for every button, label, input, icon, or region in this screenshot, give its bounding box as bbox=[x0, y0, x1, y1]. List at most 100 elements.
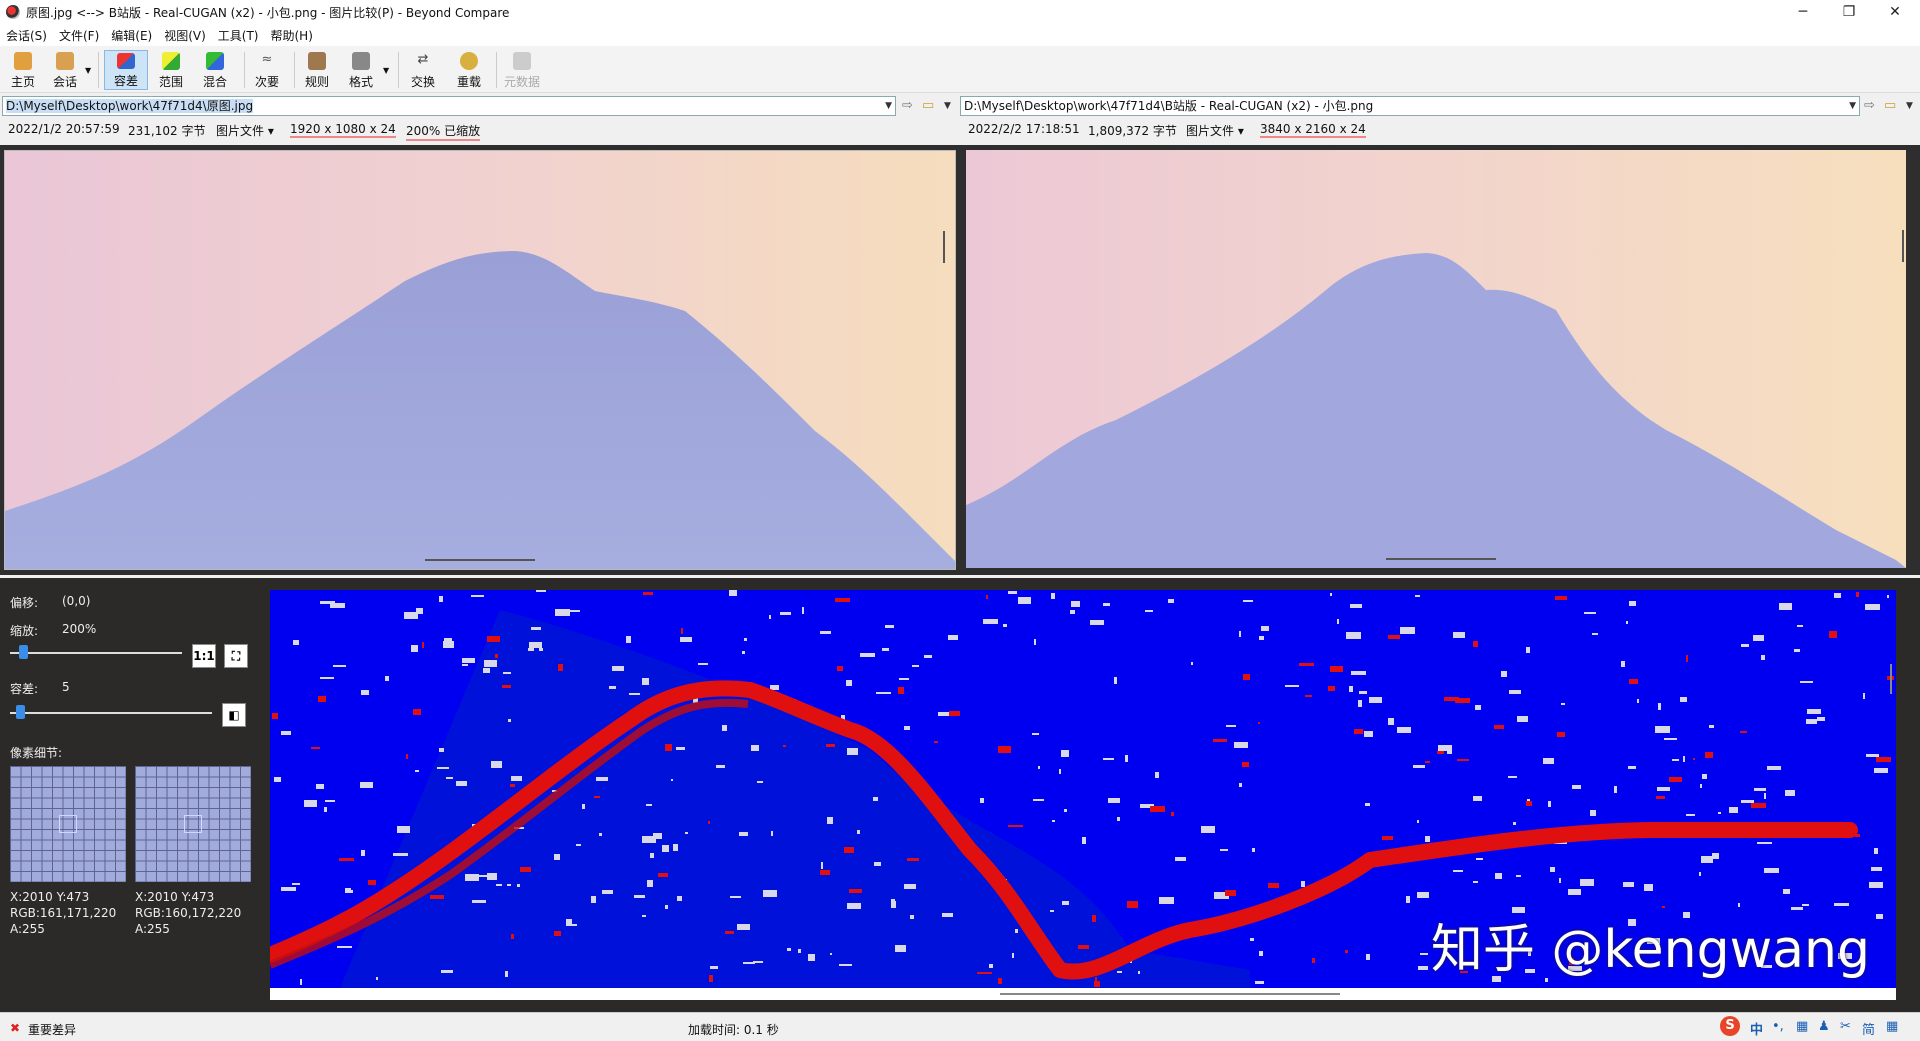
swap-icon: ⇄ bbox=[417, 52, 429, 67]
right-image-pane[interactable] bbox=[966, 150, 1906, 570]
fit-to-window-button[interactable]: ⛶ bbox=[224, 644, 248, 668]
chevron-down-icon[interactable]: ▼ bbox=[885, 97, 892, 115]
rules-button[interactable]: 规则 bbox=[298, 50, 336, 90]
format-icon bbox=[352, 52, 370, 70]
right-filesize: 1,809,372 字节 bbox=[1088, 124, 1177, 138]
offset-value: (0,0) bbox=[62, 594, 91, 608]
left-pane-vscroll[interactable] bbox=[943, 231, 945, 263]
tolerance-toggle-button[interactable]: ◧ bbox=[222, 703, 246, 727]
diff-pane-vscroll[interactable] bbox=[1890, 664, 1892, 694]
home-icon bbox=[14, 52, 32, 70]
left-path-input[interactable]: D:\Myself\Desktop\work\47f71d4\原图.jpg ▼ bbox=[2, 96, 896, 116]
left-image bbox=[5, 151, 955, 569]
ime-mode-indicator[interactable]: 中 bbox=[1750, 1019, 1763, 1038]
status-bar: ✖ 重要差异 加载时间: 0.1 秒 S 中 •, ▦ ♟ ✂ 简 ▦ bbox=[0, 1012, 1920, 1041]
menu-bar: 会话(S) 文件(F) 编辑(E) 视图(V) 工具(T) 帮助(H) bbox=[0, 24, 1920, 46]
contrast-icon: ◧ bbox=[228, 708, 240, 722]
toolbar-separator bbox=[496, 52, 497, 88]
swap-button[interactable]: ⇄ 交换 bbox=[404, 50, 442, 90]
tolerance-label: 容差: bbox=[10, 682, 39, 696]
zoom-slider-track[interactable] bbox=[10, 652, 182, 654]
zoom-slider-thumb[interactable] bbox=[18, 645, 28, 659]
diff-marker-icon: ✖ bbox=[10, 1021, 21, 1035]
minimize-button[interactable]: ─ bbox=[1780, 0, 1826, 24]
right-pixel-grid bbox=[135, 766, 251, 882]
tolerance-slider-track[interactable] bbox=[10, 712, 212, 714]
offset-label: 偏移: bbox=[10, 596, 39, 610]
right-folder-dropdown-icon[interactable]: ▼ bbox=[1906, 101, 1913, 111]
right-filetype[interactable]: 图片文件 ▾ bbox=[1186, 122, 1244, 139]
fit-window-icon: ⛶ bbox=[231, 648, 241, 663]
home-button[interactable]: 主页 bbox=[4, 50, 42, 90]
menu-edit[interactable]: 编辑(E) bbox=[105, 27, 158, 44]
diff-pane-hscroll-thumb[interactable] bbox=[1000, 993, 1340, 995]
menu-session[interactable]: 会话(S) bbox=[0, 27, 53, 44]
right-pane-hscroll[interactable] bbox=[1386, 558, 1496, 560]
reload-button[interactable]: 重载 bbox=[450, 50, 488, 90]
ime-logo-icon[interactable]: S bbox=[1720, 1016, 1740, 1036]
controls-panel: 偏移: (0,0) 缩放: 200% 1:1 ⛶ 容差: 5 ◧ 像素细节: X… bbox=[0, 578, 268, 1012]
session-icon bbox=[56, 52, 74, 70]
menu-view[interactable]: 视图(V) bbox=[158, 27, 212, 44]
title-bar: 原图.jpg <--> B站版 - Real-CUGAN (x2) - 小包.p… bbox=[0, 0, 1920, 24]
metadata-button[interactable]: 元数据 bbox=[503, 50, 541, 90]
right-date: 2022/2/2 17:18:51 bbox=[968, 122, 1080, 136]
tolerance-button[interactable]: 容差 bbox=[104, 50, 148, 90]
right-folder-icon[interactable]: ▭ bbox=[1884, 98, 1896, 113]
left-date: 2022/1/2 20:57:59 bbox=[8, 122, 120, 136]
chevron-down-icon[interactable]: ▼ bbox=[1849, 97, 1856, 115]
left-pixel-alpha: A:255 bbox=[10, 922, 45, 936]
left-folder-dropdown-icon[interactable]: ▼ bbox=[944, 101, 951, 111]
right-dimensions: 3840 x 2160 x 24 bbox=[1260, 122, 1366, 138]
status-diff-label: 重要差异 bbox=[28, 1023, 77, 1037]
blend-button[interactable]: 混合 bbox=[196, 50, 234, 90]
pixel-detail-label: 像素细节: bbox=[10, 746, 63, 760]
user-icon[interactable]: ♟ bbox=[1818, 1019, 1830, 1034]
zoom-value: 200% bbox=[62, 622, 97, 636]
simplified-chinese-indicator[interactable]: 简 bbox=[1862, 1019, 1875, 1038]
zoom-label: 缩放: bbox=[10, 624, 39, 638]
status-load-time: 加载时间: 0.1 秒 bbox=[688, 1023, 779, 1037]
left-filesize: 231,102 字节 bbox=[128, 124, 206, 138]
left-pane-hscroll[interactable] bbox=[425, 559, 535, 561]
left-filetype[interactable]: 图片文件 ▾ bbox=[216, 122, 274, 139]
tolerance-slider-thumb[interactable] bbox=[16, 705, 26, 719]
left-folder-icon[interactable]: ▭ bbox=[922, 98, 934, 113]
session-button[interactable]: 会话 bbox=[46, 50, 84, 90]
range-button[interactable]: 范围 bbox=[152, 50, 190, 90]
right-history-icon[interactable]: ⇨ bbox=[1864, 98, 1875, 113]
left-history-icon[interactable]: ⇨ bbox=[902, 98, 913, 113]
keyboard-icon[interactable]: ▦ bbox=[1796, 1019, 1808, 1034]
approx-icon: ≈ bbox=[261, 52, 273, 67]
punctuation-icon[interactable]: •, bbox=[1772, 1019, 1784, 1034]
zoom-1to1-button[interactable]: 1:1 bbox=[192, 644, 216, 668]
rules-icon bbox=[308, 52, 326, 70]
session-dropdown-icon[interactable]: ▼ bbox=[85, 66, 91, 75]
left-pixel-rgb: RGB:161,171,220 bbox=[10, 906, 117, 920]
menu-file[interactable]: 文件(F) bbox=[53, 27, 105, 44]
blend-icon bbox=[206, 52, 224, 70]
tolerance-icon bbox=[117, 53, 135, 69]
watermark: 知乎 @kengwang bbox=[1430, 920, 1870, 980]
menu-help[interactable]: 帮助(H) bbox=[265, 27, 319, 44]
right-pane-vscroll[interactable] bbox=[1902, 230, 1904, 262]
format-dropdown-icon[interactable]: ▼ bbox=[383, 66, 389, 75]
diff-image-pane[interactable]: 知乎 @kengwang bbox=[270, 590, 1896, 988]
toolbar-separator bbox=[244, 52, 245, 88]
right-path-input[interactable]: D:\Myself\Desktop\work\47f71d4\B站版 - Rea… bbox=[960, 96, 1860, 116]
format-button[interactable]: 格式 bbox=[342, 50, 380, 90]
diff-pane-hscroll-bar[interactable] bbox=[270, 988, 1896, 1000]
tools-icon[interactable]: ✂ bbox=[1840, 1019, 1851, 1034]
menu-tools[interactable]: 工具(T) bbox=[212, 27, 265, 44]
toolbar-separator bbox=[398, 52, 399, 88]
left-pixel-grid bbox=[10, 766, 126, 882]
right-pixel-alpha: A:255 bbox=[135, 922, 170, 936]
left-image-pane[interactable] bbox=[4, 150, 956, 570]
close-button[interactable]: ✕ bbox=[1872, 0, 1918, 24]
toolbar-separator bbox=[98, 52, 99, 88]
toolbar: 主页 会话 ▼ 容差 范围 混合 ≈ 次要 规则 格式 ▼ ⇄ 交换 重载 元数… bbox=[0, 46, 1920, 93]
toolbar-separator bbox=[294, 52, 295, 88]
maximize-button[interactable]: ❐ bbox=[1826, 0, 1872, 24]
grid-icon[interactable]: ▦ bbox=[1886, 1019, 1898, 1034]
minor-button[interactable]: ≈ 次要 bbox=[248, 50, 286, 90]
